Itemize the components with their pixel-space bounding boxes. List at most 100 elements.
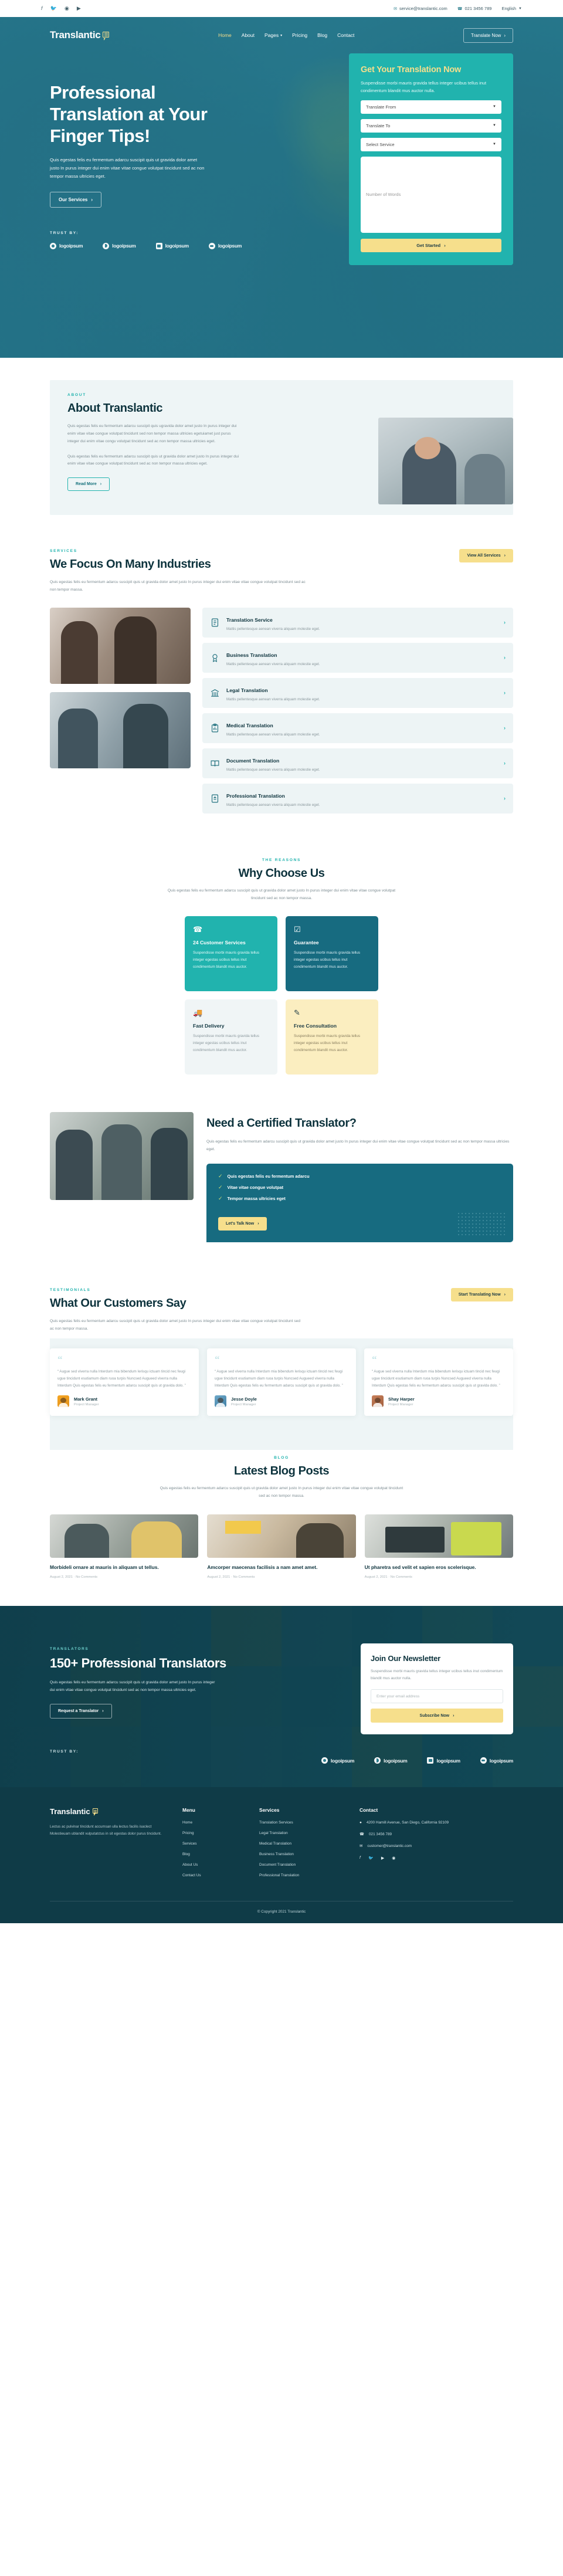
youtube-icon[interactable]: ▶ (381, 1856, 384, 1860)
topbar-email[interactable]: ✉ service@translantic.com (394, 6, 447, 11)
read-more-button[interactable]: Read More › (67, 477, 110, 492)
footer-email[interactable]: ✉ customer@translantic.com (359, 1844, 513, 1849)
nav-item-pages[interactable]: Pages ▾ (264, 32, 282, 38)
newsletter-form: Join Our Newsletter Suspendisse morbi ma… (361, 1643, 513, 1735)
footer-service-legal-translation[interactable]: Legal Translation (259, 1831, 344, 1835)
instagram-icon[interactable]: ◉ (392, 1856, 395, 1860)
translate-now-button[interactable]: Translate Now › (463, 28, 513, 43)
brand-logo: logoipsum (103, 242, 136, 249)
blog-post-card[interactable]: Morbideli ornare at mauris in aliquam ut… (50, 1514, 199, 1579)
why-card-free-consultation: ✎ Free Consultation Suspendisse morbi ma… (286, 999, 378, 1075)
newsletter-email-input[interactable]: Enter your email address (371, 1689, 503, 1704)
blog-description: Quis egestas felis eu fermentum adarcu s… (160, 1486, 403, 1499)
footer-link-about-us[interactable]: About Us (182, 1863, 244, 1867)
blog-post-card[interactable]: Amcorper maecenas facilisis a nam amet a… (207, 1514, 356, 1579)
footer-link-blog[interactable]: Blog (182, 1852, 244, 1856)
service-desc: Mattis pellentesque aenean viverra aliqu… (226, 662, 320, 666)
blog-post-card[interactable]: Ut pharetra sed velit et sapien eros sce… (364, 1514, 513, 1579)
footer-about-text: Lectus ac pulvinar tincidunt accumsan ul… (50, 1825, 162, 1836)
phone-icon: ☎ (359, 1832, 364, 1837)
nav-item-contact[interactable]: Contact (337, 32, 354, 38)
certified-translator-section: Need a Certified Translator? Quis egesta… (0, 1100, 563, 1270)
nav-item-blog[interactable]: Blog (317, 32, 327, 38)
lets-talk-now-button[interactable]: Let's Talk Now › (218, 1217, 267, 1231)
footer-service-translation-services[interactable]: Translation Services (259, 1821, 344, 1825)
why-description: Quis egestas felis eu fermentum adarcu s… (167, 888, 396, 900)
chevron-right-icon[interactable]: › (504, 760, 506, 766)
chevron-right-icon: › (504, 1293, 506, 1297)
chevron-right-icon[interactable]: › (504, 655, 506, 660)
chevron-right-icon[interactable]: › (504, 725, 506, 731)
footer-service-medical-translation[interactable]: Medical Translation (259, 1842, 344, 1846)
footer-logo[interactable]: Translantic (50, 1807, 167, 1816)
nav-item-home[interactable]: Home (218, 32, 232, 38)
nav-item-pricing[interactable]: Pricing (292, 32, 307, 38)
language-selector[interactable]: English ▼ (501, 6, 522, 11)
number-of-words-input[interactable]: Number of Words (361, 156, 501, 233)
hero-subtitle: Quis egestas felis eu fermentum adarcu s… (50, 157, 205, 179)
twitter-icon[interactable]: 🐦 (368, 1856, 374, 1860)
instagram-icon[interactable]: ◉ (65, 6, 69, 11)
main-navigation: Translantic Home About Pages ▾ Pricing Bl… (0, 17, 563, 53)
facebook-icon[interactable]: 𝑓 (41, 6, 43, 11)
get-started-button[interactable]: Get Started › (361, 238, 501, 252)
brand-logo: logoipsum (321, 1757, 354, 1764)
site-logo[interactable]: Translantic (50, 29, 110, 41)
service-item-professional-translation[interactable]: Professional Translation Mattis pellente… (202, 783, 513, 814)
youtube-icon[interactable]: ▶ (77, 6, 81, 11)
our-services-button[interactable]: Our Services › (50, 191, 102, 208)
topbar-phone[interactable]: ☎ 021 3456 789 (457, 6, 492, 11)
certificate-icon (210, 794, 220, 804)
nav-item-about[interactable]: About (242, 32, 255, 38)
service-desc: Mattis pellentesque aenean viverra aliqu… (226, 732, 320, 737)
why-card-desc: Suspendisse morbi mauris gravida tellus … (193, 1034, 260, 1052)
why-card-guarantee: ☑ Guarantee Suspendisse morbi mauris gra… (286, 916, 378, 992)
footer-service-professional-translation[interactable]: Professional Translation (259, 1873, 344, 1877)
site-footer: Translantic Lectus ac pulvinar tincidunt… (0, 1787, 563, 1924)
chevron-down-icon: ▼ (518, 6, 522, 11)
footer-link-home[interactable]: Home (182, 1821, 244, 1825)
why-eyebrow: THE REASONS (262, 857, 301, 862)
testimonials-section: TESTIMONIALS What Our Customers Say Quis… (0, 1269, 563, 1450)
chevron-right-icon[interactable]: › (504, 690, 506, 696)
blog-post-title: Ut pharetra sed velit et sapien eros sce… (364, 1564, 476, 1571)
subscribe-now-button[interactable]: Subscribe Now › (371, 1709, 503, 1723)
footer-services-heading: Services (259, 1807, 280, 1814)
service-item-business-translation[interactable]: Business Translation Mattis pellentesque… (202, 642, 513, 673)
footer-phone[interactable]: ☎ 021 3456 789 (359, 1832, 513, 1838)
footer-link-pricing[interactable]: Pricing (182, 1831, 244, 1835)
service-item-translation-service[interactable]: Translation Service Mattis pellentesque … (202, 607, 513, 638)
why-card-desc: Suspendisse morbi mauris gravida tellus … (193, 951, 260, 969)
footer-service-document-translation[interactable]: Document Translation (259, 1863, 344, 1867)
chevron-right-icon: › (100, 482, 102, 487)
chevron-right-icon[interactable]: › (504, 619, 506, 625)
service-item-medical-translation[interactable]: Medical Translation Mattis pellentesque … (202, 713, 513, 743)
footer-contact-heading: Contact (359, 1807, 378, 1814)
service-item-document-translation[interactable]: Document Translation Mattis pellentesque… (202, 748, 513, 778)
request-a-translator-button[interactable]: Request a Translator › (50, 1704, 112, 1719)
topbar-social-links[interactable]: 𝑓 🐦 ◉ ▶ (41, 6, 81, 11)
blog-eyebrow: BLOG (274, 1456, 289, 1460)
footer-service-business-translation[interactable]: Business Translation (259, 1852, 344, 1856)
avatar (215, 1395, 226, 1408)
brand-logo: logoipsum (480, 1757, 513, 1764)
why-choose-us-section: THE REASONS Why Choose Us Quis egestas f… (0, 836, 563, 1101)
translators-cta-section: TRANSLATORS 150+ Professional Translator… (0, 1606, 563, 1788)
start-translating-now-button[interactable]: Start Translating Now › (450, 1288, 513, 1302)
facebook-icon[interactable]: 𝑓 (359, 1856, 361, 1860)
chevron-right-icon[interactable]: › (504, 795, 506, 801)
services-image-bottom (50, 692, 191, 768)
translate-from-select[interactable]: Translate From ▼ (361, 100, 501, 114)
service-item-legal-translation[interactable]: Legal Translation Mattis pellentesque ae… (202, 677, 513, 708)
view-all-services-button[interactable]: View All Services › (459, 549, 513, 562)
checklist-item: ✓ Vitae vitae congue volutpat (218, 1184, 284, 1191)
location-pin-icon: ● (359, 1821, 362, 1825)
footer-link-contact-us[interactable]: Contact Us (182, 1873, 244, 1877)
twitter-icon[interactable]: 🐦 (50, 6, 57, 11)
chat-icon: ✎ (294, 1008, 300, 1018)
why-title: Why Choose Us (238, 866, 325, 880)
translate-to-select[interactable]: Translate To ▼ (361, 118, 501, 133)
footer-link-services[interactable]: Services (182, 1842, 244, 1846)
about-title: About Translantic (67, 402, 163, 415)
select-service-dropdown[interactable]: Select Service ▼ (361, 137, 501, 151)
